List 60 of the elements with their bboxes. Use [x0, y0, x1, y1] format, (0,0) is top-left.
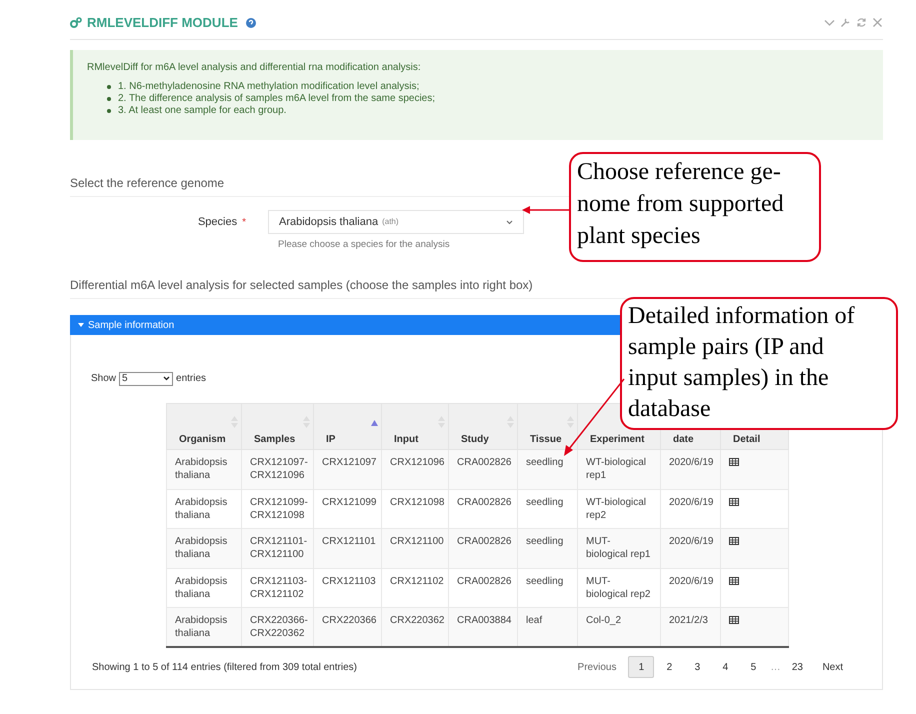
bullet-icon [107, 85, 111, 89]
caret-icon [78, 323, 84, 328]
table-cell: CRX121097-CRX121096 [242, 450, 314, 490]
column-header[interactable]: Study [448, 404, 518, 450]
table-cell: seedling [518, 528, 578, 568]
length-label: entries [176, 372, 206, 386]
table-cell: CRA002826 [448, 528, 518, 568]
info-item: 1. N6-methyladenosine RNA methylation modification level analysis; [118, 81, 420, 93]
help-text: Please choose a species for the analysis [278, 238, 450, 252]
column-header[interactable]: Input [382, 404, 448, 450]
table-grid-icon[interactable] [729, 537, 739, 546]
pagination-page[interactable]: 1 [628, 656, 654, 678]
annotation-tooltip: Detailed information of sample pairs (IP and input samples) in the database [620, 297, 898, 430]
length-label: Show [91, 372, 116, 386]
table-grid-icon[interactable] [729, 616, 739, 624]
table-cell: Arabidopsis thaliana [166, 528, 242, 568]
required-mark: * [242, 216, 246, 230]
pagination-page[interactable]: 3 [684, 656, 710, 678]
table-cell: MUT-biological rep1 [578, 528, 660, 568]
pagination-page[interactable]: 5 [740, 656, 766, 678]
table-cell: CRX121101-CRX121100 [242, 528, 314, 568]
info-item: 2. The difference analysis of samples m6A level from the same species; [118, 93, 436, 105]
leader-line [521, 205, 571, 215]
info-item: 3. At least one sample for each group. [118, 105, 286, 117]
table-cell: 2020/6/19 [660, 450, 720, 490]
help-icon[interactable] [246, 18, 256, 28]
table-grid-icon[interactable] [729, 458, 739, 466]
bullet-icon [107, 97, 111, 101]
column-header[interactable]: Samples [242, 404, 314, 450]
pagination-previous[interactable]: Previous [566, 656, 628, 678]
table-cell: CRX121096 [382, 450, 448, 490]
table-grid-icon[interactable] [729, 498, 739, 506]
gears-icon [70, 16, 82, 28]
pagination-next[interactable]: Next [811, 656, 854, 678]
column-header[interactable]: Organism [166, 404, 242, 450]
table-cell: Arabidopsis thaliana [166, 450, 242, 490]
table-cell: CRA002826 [448, 450, 518, 490]
pagination-page[interactable]: 2 [656, 656, 682, 678]
sort-ascending-icon [371, 420, 378, 426]
column-header[interactable]: Tissue [518, 404, 578, 450]
pagination-ellipsis: … [769, 660, 782, 675]
table-info: Showing 1 to 5 of 114 entries (filtered from 309 total entries) [92, 660, 357, 675]
section-heading: Differential m6A level analysis for selected samples (choose the samples into right box) [70, 276, 630, 300]
info-text: RMlevelDiff for m6A level analysis and differential rna modification analysis: [87, 61, 422, 75]
table-cell: CRX121097 [314, 450, 382, 490]
module-title: RMLEVELDIFF MODULE [87, 14, 238, 32]
caret-icon [506, 220, 513, 224]
table-cell: WT-biological rep1 [578, 450, 660, 490]
pagination-page[interactable]: 4 [712, 656, 738, 678]
caret-icon [163, 376, 170, 382]
table-grid-icon[interactable] [729, 576, 739, 585]
length-select[interactable]: 5 [119, 372, 174, 386]
table-cell: Arabidopsis thaliana [166, 608, 242, 648]
table-cell: 2020/6/19 [660, 528, 720, 568]
field-label: Species [198, 214, 238, 230]
species-select[interactable]: Arabidopsis thaliana (ath) [268, 210, 524, 234]
bullet-icon [107, 109, 111, 113]
table-cell: CRX121100 [382, 528, 448, 568]
pagination-page[interactable]: 23 [784, 656, 810, 678]
table-cell: CRX121101 [314, 528, 382, 568]
